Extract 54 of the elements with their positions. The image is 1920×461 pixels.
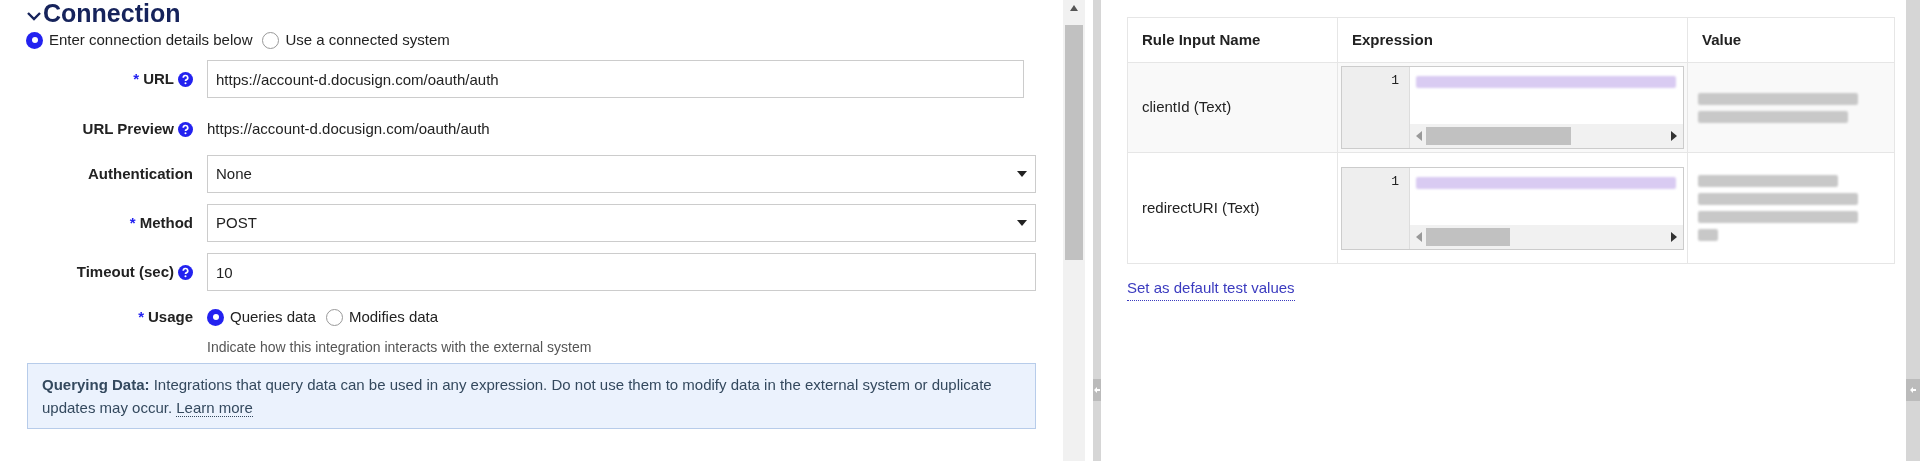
hint-text: Indicate how this integration interacts with the external system	[207, 339, 592, 355]
scrollbar-thumb[interactable]	[1065, 25, 1083, 260]
field-label: Method	[139, 212, 193, 233]
help-icon[interactable]	[178, 71, 193, 87]
section-title: Connection	[43, 0, 181, 26]
scroll-right-icon[interactable]	[1671, 131, 1677, 141]
column-header: Value	[1687, 17, 1895, 63]
table-cell: redirectURI (Text)	[1127, 152, 1338, 264]
radio-option[interactable]: Modifies data	[325, 305, 439, 329]
default-values-link[interactable]: Set as default test values	[1127, 277, 1295, 301]
learn-more-link[interactable]: Learn more	[176, 399, 253, 417]
help-icon[interactable]	[178, 121, 193, 137]
chevron-down-icon[interactable]	[27, 11, 41, 21]
field-label: Timeout (sec)	[76, 261, 174, 282]
scrollbar[interactable]	[1063, 0, 1085, 461]
caret-icon	[1017, 220, 1027, 226]
line-number: 1	[1391, 172, 1399, 191]
redacted-text	[1698, 229, 1718, 241]
scroll-right-icon[interactable]	[1671, 231, 1677, 242]
scrollbar-thumb[interactable]	[1426, 227, 1511, 246]
arrow-left-icon	[1910, 387, 1916, 393]
expression-editor[interactable]: 1	[1341, 166, 1684, 250]
horizontal-scrollbar[interactable]	[1410, 224, 1683, 249]
required-asterisk: *	[138, 306, 144, 327]
select-field[interactable]: None	[207, 155, 1036, 193]
scrollbar-thumb[interactable]	[1426, 127, 1571, 145]
required-asterisk: *	[129, 212, 136, 233]
column-header: Rule Input Name	[1127, 17, 1338, 63]
scroll-up-icon[interactable]	[1070, 5, 1078, 11]
scroll-left-icon[interactable]	[1416, 131, 1422, 141]
line-number: 1	[1391, 72, 1399, 90]
field-label: Authentication	[88, 163, 193, 184]
collapse-handle[interactable]	[1093, 379, 1101, 401]
scroll-left-icon[interactable]	[1416, 231, 1422, 242]
collapse-handle[interactable]	[1906, 379, 1920, 401]
expression-editor[interactable]: 1	[1341, 66, 1684, 149]
radio-option[interactable]: Enter connection details below	[26, 28, 253, 52]
field-label: Usage	[147, 306, 193, 327]
help-icon[interactable]	[178, 264, 193, 280]
radio-option[interactable]: Use a connected system	[262, 28, 450, 52]
text-field[interactable]: https://account-d.docusign.com/oauth/auth	[207, 60, 1024, 98]
radio-option[interactable]: Queries data	[207, 305, 316, 329]
table-cell: clientId (Text)	[1127, 62, 1338, 153]
field-label: URL Preview	[82, 118, 174, 139]
field-label: URL	[143, 68, 174, 89]
text-field[interactable]: 10	[207, 253, 1036, 291]
info-text: Querying Data: Integrations that query data can be used in any expression. Do not use them to modify data in the external system or duplicate updates may occur. Learn more	[42, 376, 992, 417]
url-preview: https://account-d.docusign.com/oauth/auth	[207, 118, 490, 139]
select-field[interactable]: POST	[207, 204, 1036, 242]
horizontal-scrollbar[interactable]	[1410, 124, 1683, 148]
caret-icon	[1017, 171, 1027, 177]
arrow-left-icon	[1094, 387, 1100, 393]
column-header: Expression	[1337, 17, 1688, 63]
required-asterisk: *	[133, 68, 140, 89]
